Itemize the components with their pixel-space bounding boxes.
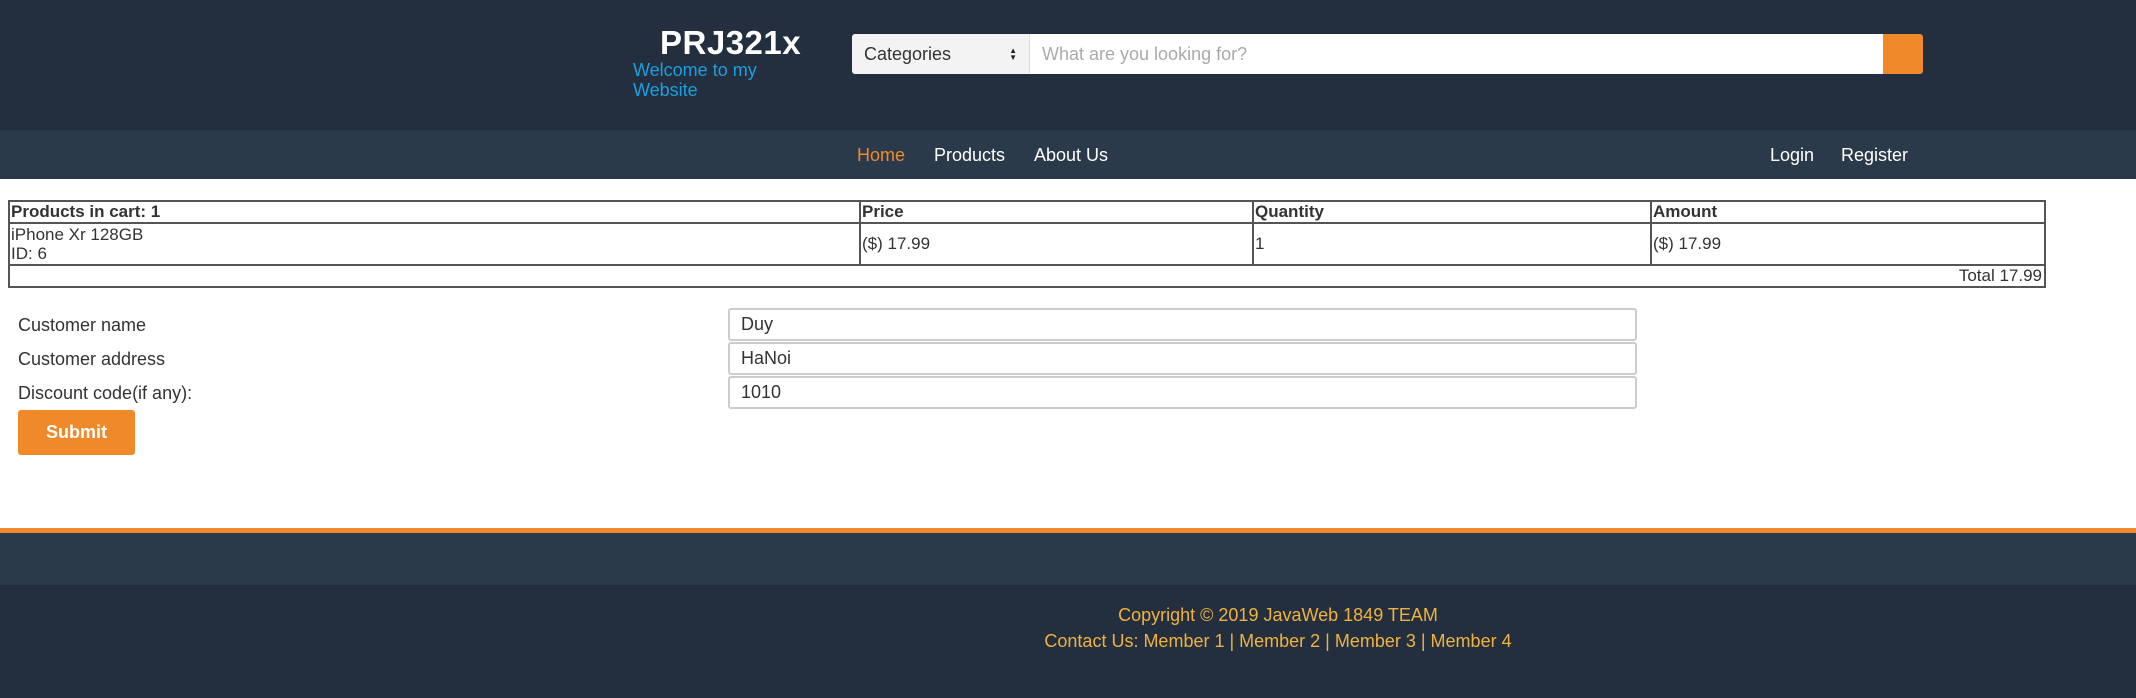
search-input[interactable]: [1030, 34, 1883, 74]
cart-table: Products in cart: 1 Price Quantity Amoun…: [8, 200, 2046, 288]
brand-title[interactable]: PRJ321x: [660, 24, 801, 62]
product-amount: ($) 17.99: [1650, 222, 2046, 266]
header-price: Price: [859, 200, 1254, 224]
nav-products[interactable]: Products: [934, 145, 1005, 166]
categories-select-label: Categories: [864, 43, 952, 64]
customer-name-label: Customer name: [18, 315, 147, 335]
product-id: ID: 6: [11, 244, 47, 263]
site-header: PRJ321x Welcome to my Website Categories…: [0, 0, 2136, 130]
nav-register[interactable]: Register: [1841, 145, 1908, 166]
table-row: iPhone Xr 128GB ID: 6 ($) 17.99 1 ($) 17…: [8, 222, 2046, 266]
total-row: Total 17.99: [8, 264, 2046, 288]
header-products-in-cart: Products in cart: 1: [8, 200, 861, 224]
categories-select[interactable]: Categories ▲ ▼: [852, 34, 1030, 74]
brand-subtitle: Welcome to my Website: [633, 60, 757, 100]
footer-copyright: Copyright © 2019 JavaWeb 1849 TEAM: [1118, 605, 1438, 625]
cart-header-row: Products in cart: 1 Price Quantity Amoun…: [8, 200, 2046, 224]
product-name: iPhone Xr 128GB: [11, 225, 144, 244]
customer-address-label: Customer address: [18, 349, 166, 369]
cart-product-cell: iPhone Xr 128GB ID: 6: [8, 222, 861, 266]
search-bar: Categories ▲ ▼: [852, 34, 1923, 74]
discount-code-label: Discount code(if any):: [18, 383, 193, 403]
product-quantity: 1: [1252, 222, 1652, 266]
footer-top-band: [0, 533, 2136, 585]
main-nav: Home Products About Us Login Register: [0, 130, 2136, 179]
header-quantity: Quantity: [1252, 200, 1652, 224]
nav-login[interactable]: Login: [1770, 145, 1814, 166]
nav-home[interactable]: Home: [857, 145, 905, 166]
product-price: ($) 17.99: [859, 222, 1254, 266]
header-amount: Amount: [1650, 200, 2046, 224]
discount-code-field[interactable]: [728, 376, 1637, 409]
select-arrows-icon: ▲ ▼: [1009, 46, 1017, 62]
nav-about-us[interactable]: About Us: [1034, 145, 1108, 166]
customer-name-field[interactable]: [728, 308, 1637, 341]
customer-address-field[interactable]: [728, 342, 1637, 375]
search-button[interactable]: [1883, 34, 1923, 74]
footer-contact: Contact Us: Member 1 | Member 2 | Member…: [1044, 631, 1512, 651]
cart-total: Total 17.99: [8, 264, 2046, 288]
submit-button[interactable]: Submit: [18, 410, 135, 455]
